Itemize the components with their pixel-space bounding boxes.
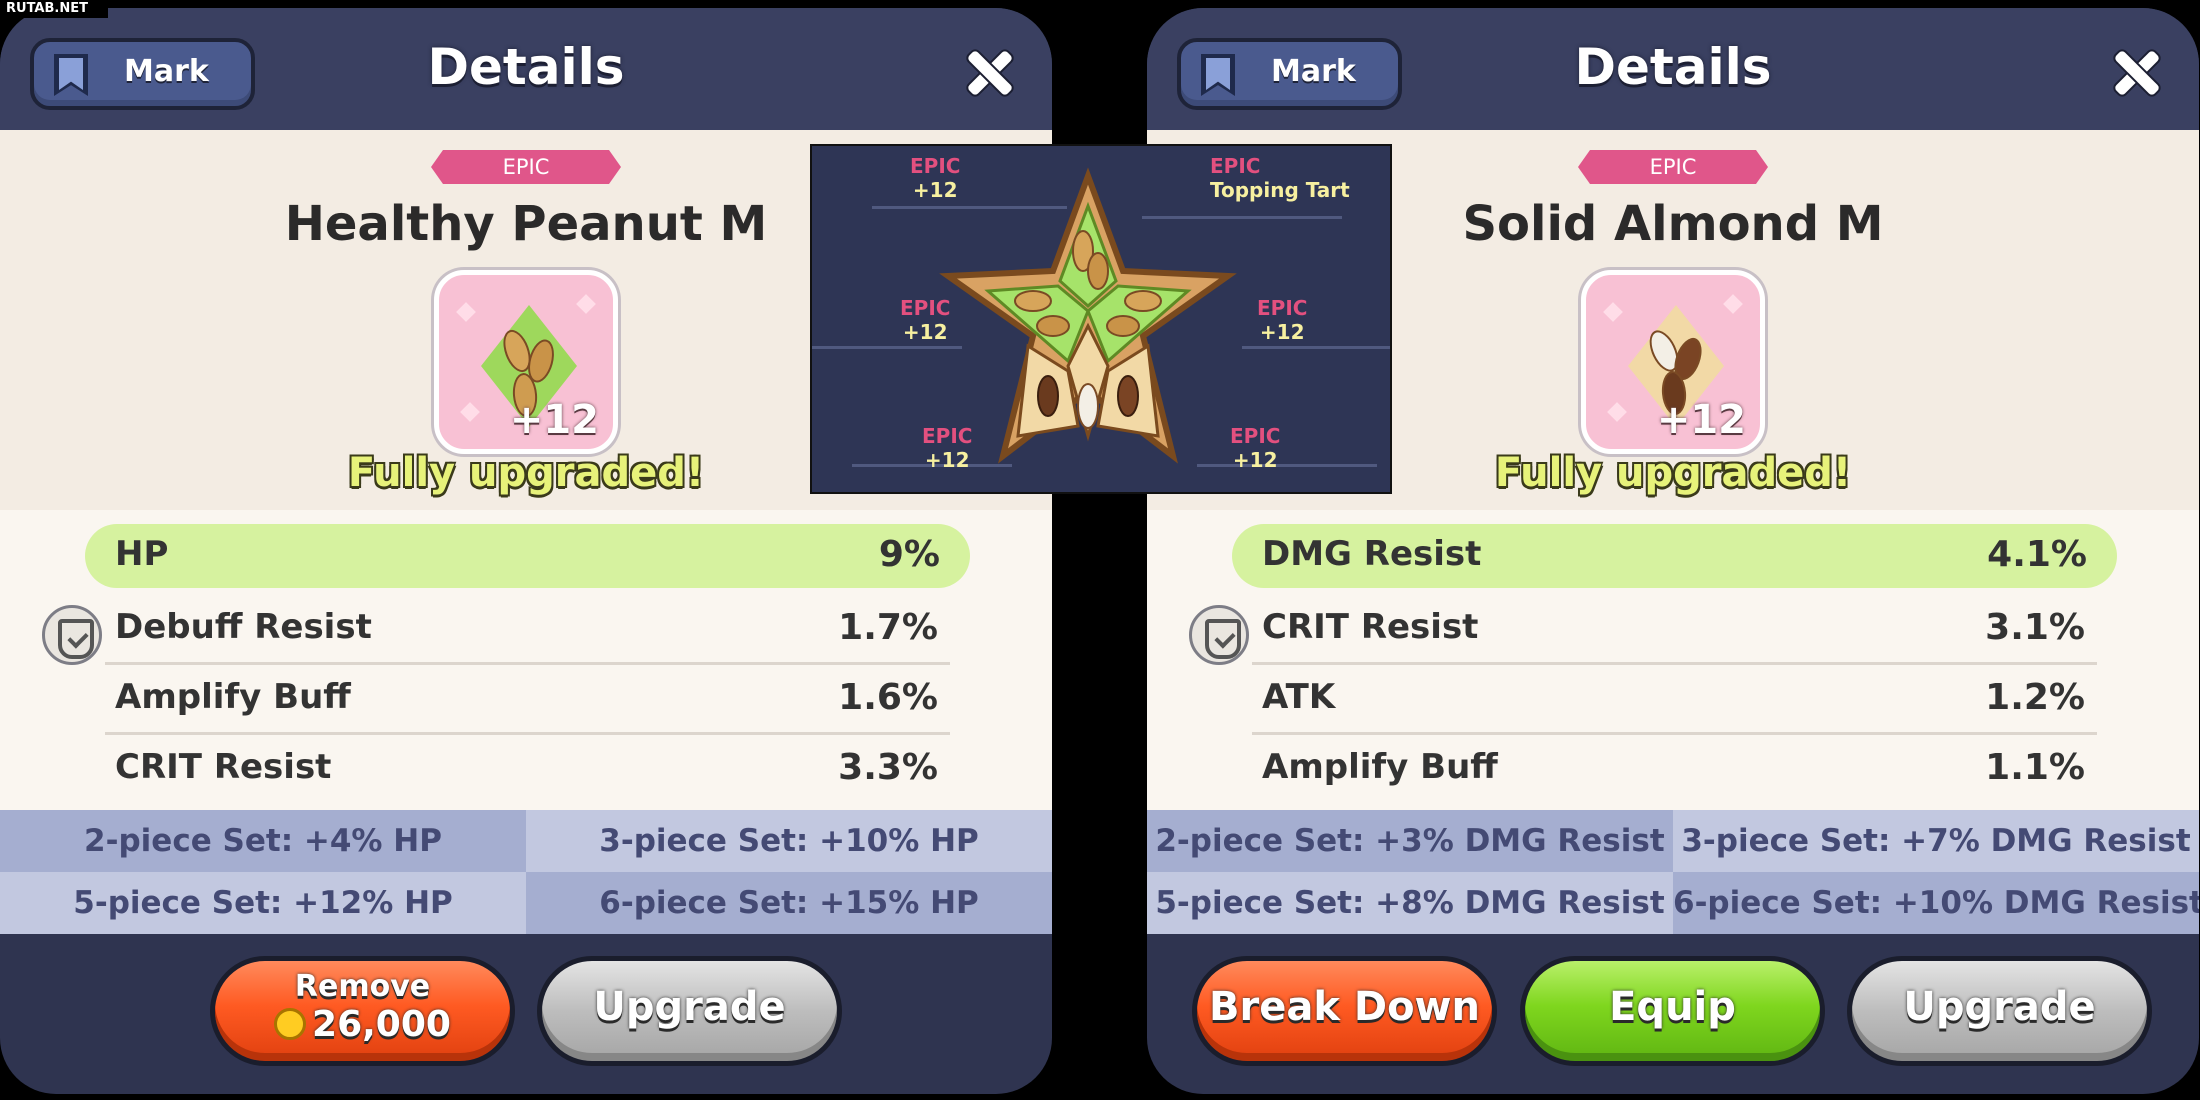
stat-value: 3.3% — [838, 747, 938, 788]
substat-row: ATK 1.2% — [1252, 665, 2097, 735]
panel-title: Details — [1574, 38, 1772, 96]
set-bonus: 5-piece Set: +8% DMG Resist — [1147, 872, 1673, 934]
set-bonus: 6-piece Set: +15% HP — [526, 872, 1052, 934]
stat-name: CRIT Resist — [1262, 607, 1479, 647]
upgrade-button[interactable]: Upgrade — [1847, 956, 2152, 1066]
remove-cost: 26,000 — [312, 1004, 451, 1045]
topping-star-icon — [939, 167, 1237, 464]
stat-name: ATK — [1262, 677, 1336, 717]
stat-value: 1.2% — [1985, 677, 2085, 718]
stats-list: DMG Resist 4.1% CRIT Resist 3.1% ATK 1.2… — [1147, 510, 2199, 810]
close-icon[interactable] — [2111, 48, 2161, 98]
slot-label: EPIC +12 — [910, 154, 961, 202]
panel-header: Mark Details — [1147, 8, 2199, 130]
stat-name: Amplify Buff — [115, 677, 351, 717]
substat-row: Amplify Buff 1.1% — [1252, 735, 2097, 805]
remove-label: Remove — [294, 969, 431, 1004]
set-bonus-grid: 2-piece Set: +3% DMG Resist 3-piece Set:… — [1147, 810, 2199, 934]
close-icon[interactable] — [964, 48, 1014, 98]
set-bonus-grid: 2-piece Set: +4% HP 3-piece Set: +10% HP… — [0, 810, 1052, 934]
substat-lock-icon[interactable] — [1189, 605, 1249, 665]
substat-lock-icon[interactable] — [42, 605, 102, 665]
slot-label: EPIC +12 — [922, 424, 973, 472]
set-bonus: 3-piece Set: +10% HP — [526, 810, 1052, 872]
equip-label: Equip — [1609, 984, 1736, 1030]
slot-label: EPIC Topping Tart — [1210, 154, 1350, 202]
substat-row: Amplify Buff 1.6% — [105, 665, 950, 735]
upgrade-button[interactable]: Upgrade — [537, 956, 842, 1066]
break-down-label: Break Down — [1209, 984, 1480, 1030]
set-bonus: 3-piece Set: +7% DMG Resist — [1673, 810, 2199, 872]
stat-value: 9% — [878, 534, 940, 575]
slot-label: EPIC +12 — [1257, 296, 1308, 344]
stat-value: 3.1% — [1985, 607, 2085, 648]
slot-label: EPIC +12 — [1230, 424, 1281, 472]
set-bonus: 5-piece Set: +12% HP — [0, 872, 526, 934]
peanut-topping-icon: +12 — [434, 270, 618, 454]
stat-name: DMG Resist — [1262, 534, 1482, 574]
topping-set-preview: EPIC +12 EPIC Topping Tart EPIC +12 EPIC +12… — [810, 144, 1392, 494]
upgrade-label: Upgrade — [593, 984, 786, 1030]
stat-value: 1.1% — [1985, 747, 2085, 788]
panel-title: Details — [427, 38, 625, 96]
item-level: +12 — [1656, 397, 1746, 443]
set-bonus: 2-piece Set: +3% DMG Resist — [1147, 810, 1673, 872]
substat-row: Debuff Resist 1.7% — [105, 595, 950, 665]
stat-value: 1.6% — [838, 677, 938, 718]
stat-name: Amplify Buff — [1262, 747, 1498, 787]
stat-name: Debuff Resist — [115, 607, 372, 647]
remove-button[interactable]: Remove 26,000 — [210, 956, 515, 1066]
coin-icon — [274, 1008, 307, 1040]
substat-row: CRIT Resist 3.1% — [1252, 595, 2097, 665]
break-down-button[interactable]: Break Down — [1192, 956, 1497, 1066]
stat-name: HP — [115, 534, 169, 574]
stat-value: 4.1% — [1987, 534, 2087, 575]
rarity-badge: EPIC — [1578, 150, 1768, 184]
stat-name: CRIT Resist — [115, 747, 332, 787]
set-bonus: 2-piece Set: +4% HP — [0, 810, 526, 872]
watermark: RUTAB.NET — [0, 0, 108, 18]
stats-list: HP 9% Debuff Resist 1.7% Amplify Buff 1.… — [0, 510, 1052, 810]
main-stat-row: HP 9% — [85, 524, 970, 588]
almond-topping-icon: +12 — [1581, 270, 1765, 454]
upgrade-label: Upgrade — [1903, 984, 2096, 1030]
slot-label: EPIC +12 — [900, 296, 951, 344]
panel-header: Mark Details — [0, 8, 1052, 130]
equip-button[interactable]: Equip — [1520, 956, 1825, 1066]
item-level: +12 — [509, 397, 599, 443]
stat-value: 1.7% — [838, 607, 938, 648]
substat-row: CRIT Resist 3.3% — [105, 735, 950, 805]
set-bonus: 6-piece Set: +10% DMG Resist — [1673, 872, 2199, 934]
rarity-badge: EPIC — [431, 150, 621, 184]
main-stat-row: DMG Resist 4.1% — [1232, 524, 2117, 588]
